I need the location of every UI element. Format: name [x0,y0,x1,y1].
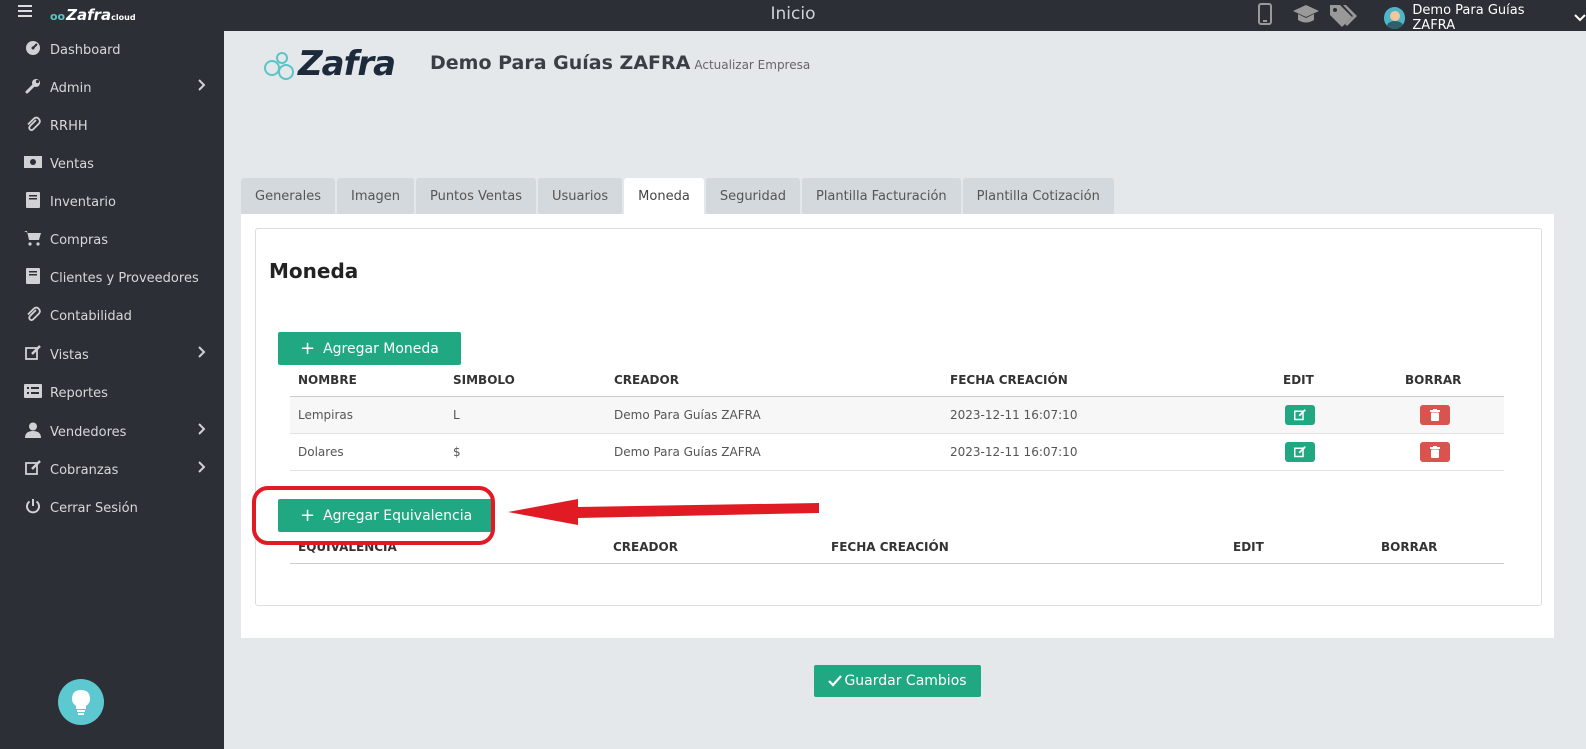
chevron-right-icon [198,346,206,362]
sidebar-item-cobranzas[interactable]: Cobranzas [0,451,224,489]
chevron-right-icon [198,423,206,439]
book-icon [24,268,42,288]
sidebar-item-admin[interactable]: Admin [0,69,224,107]
user-name: Demo Para Guías ZAFRA [1412,3,1525,33]
sidebar-item-inventario[interactable]: Inventario [0,183,224,221]
table-row: Lempiras L Demo Para Guías ZAFRA 2023-12… [290,397,1504,434]
tags-icon[interactable] [1328,3,1358,32]
sidebar-item-vistas[interactable]: Vistas [0,336,224,374]
book-icon [24,192,42,212]
sidebar-item-cerrar-sesion[interactable]: Cerrar Sesión [0,489,224,527]
tab-bar: Generales Imagen Puntos Ventas Usuarios … [241,178,1114,214]
sidebar-item-compras[interactable]: Compras [0,221,224,259]
tab-usuarios[interactable]: Usuarios [537,178,623,214]
tab-puntos-ventas[interactable]: Puntos Ventas [415,178,536,214]
company-name: Demo Para Guías ZAFRA Actualizar Empresa [430,52,811,74]
currency-table: NOMBRE SIMBOLO CREADOR FECHA CREACIÓN ED… [290,364,1504,471]
cart-icon [24,230,42,250]
delete-button[interactable] [1420,405,1450,425]
trash-icon [1430,409,1440,421]
edit-icon [24,460,42,480]
table-header: NOMBRE SIMBOLO CREADOR FECHA CREACIÓN ED… [290,364,1504,397]
list-icon [24,384,42,402]
brand-logo: Zafra [262,44,396,84]
sidebar-item-clientes-proveedores[interactable]: Clientes y Proveedores [0,259,224,297]
sidebar-item-vendedores[interactable]: Vendedores [0,413,224,451]
user-icon [24,422,42,442]
section-heading: Moneda [269,259,359,283]
sidebar-item-rrhh[interactable]: RRHH [0,107,224,145]
plus-icon: + [300,337,316,359]
mobile-icon[interactable] [1258,3,1272,30]
sidebar-item-contabilidad[interactable]: Contabilidad [0,297,224,335]
money-icon [24,156,42,172]
menu-toggle-icon[interactable] [18,5,32,19]
top-bar: ooZafracloud Inicio Demo Para Guías ZAFR… [0,0,1586,33]
save-changes-button[interactable]: Guardar Cambios [814,665,981,697]
trash-icon [1430,446,1440,458]
wrench-icon [24,78,42,98]
lightbulb-icon[interactable] [58,679,104,725]
tab-plantilla-cotizacion[interactable]: Plantilla Cotización [962,178,1114,214]
edit-button[interactable] [1285,442,1315,462]
user-menu[interactable]: Demo Para Guías ZAFRA [1384,3,1586,33]
tab-plantilla-facturacion[interactable]: Plantilla Facturación [801,178,961,214]
sidebar: Dashboard Admin RRHH Ventas Inventario C… [0,31,224,749]
power-icon [24,498,42,518]
annotation-arrow-icon [508,499,819,525]
graduation-cap-icon[interactable] [1292,3,1320,30]
chevron-down-icon [1574,12,1586,25]
sidebar-item-ventas[interactable]: Ventas [0,145,224,183]
edit-icon [24,345,42,365]
edit-icon [1294,409,1306,421]
tab-generales[interactable]: Generales [241,178,336,214]
tab-imagen[interactable]: Imagen [337,178,414,214]
edit-icon [1294,446,1306,458]
tab-seguridad[interactable]: Seguridad [705,178,800,214]
edit-button[interactable] [1285,405,1315,425]
sidebar-item-reportes[interactable]: Reportes [0,374,224,412]
app-logo[interactable]: ooZafracloud [50,6,136,24]
table-row: Dolares $ Demo Para Guías ZAFRA 2023-12-… [290,434,1504,471]
add-currency-button[interactable]: + Agregar Moneda [278,332,461,365]
chevron-right-icon [198,461,206,477]
bubbles-icon [262,46,298,82]
dashboard-icon [24,40,42,60]
avatar [1384,7,1406,29]
delete-button[interactable] [1420,442,1450,462]
sidebar-item-dashboard[interactable]: Dashboard [0,31,224,69]
page-subtitle: Actualizar Empresa [694,58,811,72]
chevron-right-icon [198,79,206,95]
check-icon [828,675,843,687]
paperclip-icon [24,116,42,136]
paperclip-icon [24,306,42,326]
tab-moneda[interactable]: Moneda [624,178,704,214]
annotation-highlight [252,486,495,545]
